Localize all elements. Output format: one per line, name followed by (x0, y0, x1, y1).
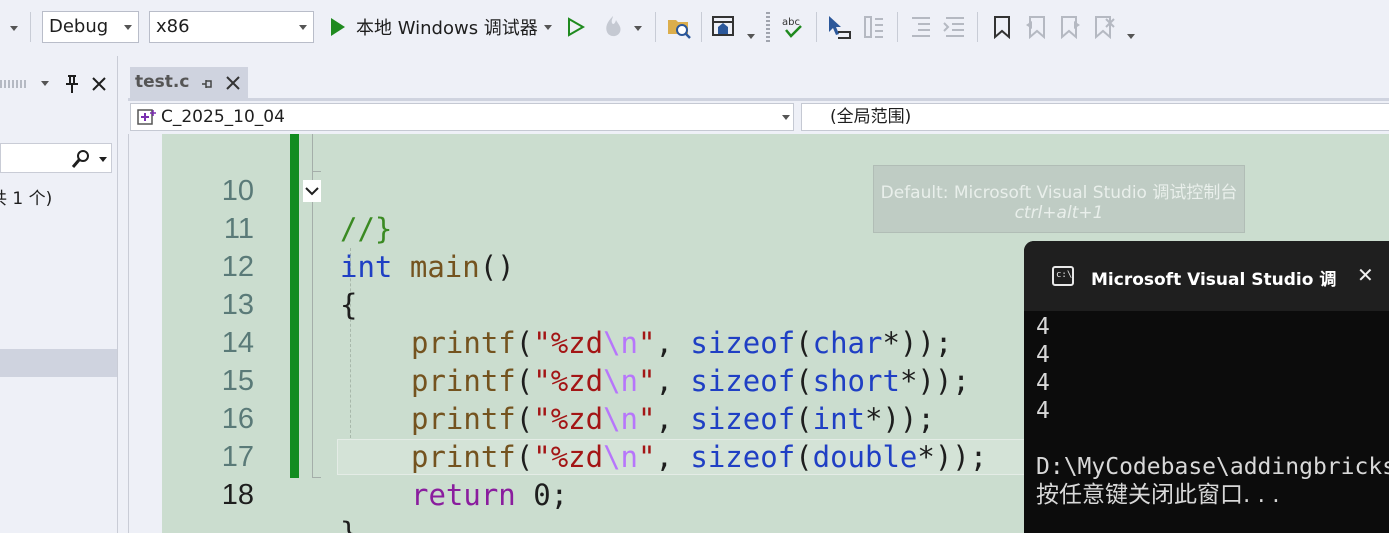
chevron-down-icon[interactable] (99, 157, 107, 162)
solution-platform-value: x86 (156, 16, 190, 37)
close-icon[interactable] (91, 76, 107, 92)
pin-icon[interactable] (64, 74, 80, 94)
console-output-line: 4 (1036, 314, 1050, 340)
chevron-down-icon (544, 25, 552, 30)
project-name: C_2025_10_04 (161, 107, 285, 127)
hot-reload-icon[interactable] (601, 14, 625, 40)
start-debugging-label: 本地 Windows 调试器 (356, 18, 538, 39)
solution-config-value: Debug (49, 16, 109, 37)
close-icon[interactable]: ✕ (1357, 263, 1374, 287)
toolbar-separator (977, 12, 978, 42)
console-output-line: 按任意键关闭此窗口. . . (1036, 482, 1280, 508)
decrease-indent-icon[interactable] (908, 15, 934, 39)
search-icon (71, 150, 89, 168)
toolbar-separator (701, 12, 702, 42)
main-toolbar: Debug x86 本地 Windows 调试器 abc (0, 0, 1389, 56)
console-output-line: 4 (1036, 342, 1050, 368)
scope-name: (全局范围) (830, 107, 912, 127)
chevron-down-icon (124, 25, 132, 30)
clear-bookmarks-icon[interactable] (1092, 15, 1116, 39)
glyph-margin (128, 134, 163, 533)
navigation-bar: C_2025_10_04 (全局范围) (128, 101, 1389, 134)
window-layout-icon[interactable] (711, 14, 737, 40)
selected-tree-item[interactable] (0, 349, 117, 377)
debug-console-window[interactable]: c:\ Microsoft Visual Studio 调试控 ✕ 4 4 4 … (1024, 241, 1389, 533)
code-text: return 0; (411, 478, 569, 512)
chevron-down-icon[interactable] (41, 81, 49, 86)
toolbar-separator (655, 12, 656, 42)
start-debugging-button[interactable]: 本地 Windows 调试器 (326, 10, 558, 44)
select-element-icon[interactable] (826, 14, 852, 40)
bookmark-icon[interactable] (991, 15, 1013, 39)
console-output-line: 4 (1036, 370, 1050, 396)
outlining-tick (312, 477, 321, 478)
svg-text:abc: abc (782, 17, 800, 28)
outline-icon[interactable] (861, 13, 887, 41)
chevron-down-icon (782, 115, 790, 120)
previous-bookmark-icon[interactable] (1024, 15, 1048, 39)
tooltip-title: Default: Microsoft Visual Studio 调试控制台 (880, 183, 1238, 203)
project-scope-dropdown[interactable]: C_2025_10_04 (130, 103, 794, 131)
project-icon (137, 109, 156, 125)
console-title: Microsoft Visual Studio 调试控 (1091, 270, 1336, 290)
chevron-down-icon[interactable] (1127, 34, 1135, 39)
solution-config-dropdown[interactable]: Debug (42, 11, 139, 43)
increase-indent-icon[interactable] (942, 15, 968, 39)
console-title-bar[interactable]: c:\ Microsoft Visual Studio 调试控 ✕ (1024, 241, 1389, 311)
solution-platform-dropdown[interactable]: x86 (149, 11, 314, 43)
toolbar-separator (897, 12, 898, 42)
search-input[interactable] (0, 143, 112, 173)
toolbar-overflow-arrow[interactable] (10, 26, 18, 31)
chevron-down-icon[interactable] (634, 26, 642, 31)
next-bookmark-icon[interactable] (1058, 15, 1082, 39)
code-text: } (340, 516, 358, 533)
tab-title: test.c (135, 72, 190, 92)
chevron-down-icon[interactable] (747, 34, 755, 39)
toolbar-separator (816, 12, 817, 42)
console-icon: c:\ (1052, 266, 1074, 286)
solution-project-count: 共 1 个) (0, 189, 53, 209)
play-icon (331, 18, 345, 36)
tab-test-c[interactable]: test.c (130, 67, 248, 99)
close-icon[interactable] (226, 76, 240, 90)
console-output-line: 4 (1036, 398, 1050, 424)
chevron-down-icon (299, 25, 307, 30)
console-output-line: D:\MyCodebase\addingbricks (1036, 454, 1389, 480)
start-without-debugging-icon[interactable] (567, 17, 585, 37)
panel-grip[interactable] (0, 80, 28, 88)
toolbar-separator (30, 12, 31, 42)
document-tab-strip: test.c (118, 56, 1389, 100)
global-scope-dropdown[interactable]: (全局范围) (801, 103, 1389, 131)
tooltip-shortcut: ctrl+alt+1 (1014, 203, 1104, 223)
spell-check-icon[interactable]: abc (780, 14, 806, 40)
toolbar-grip[interactable] (766, 12, 770, 42)
find-in-files-icon[interactable] (666, 14, 692, 40)
pin-icon[interactable] (200, 77, 214, 91)
solution-explorer-panel: 共 1 个) (0, 56, 118, 533)
taskbar-tooltip: Default: Microsoft Visual Studio 调试控制台 c… (873, 165, 1245, 233)
line-number: 18 (221, 479, 254, 511)
